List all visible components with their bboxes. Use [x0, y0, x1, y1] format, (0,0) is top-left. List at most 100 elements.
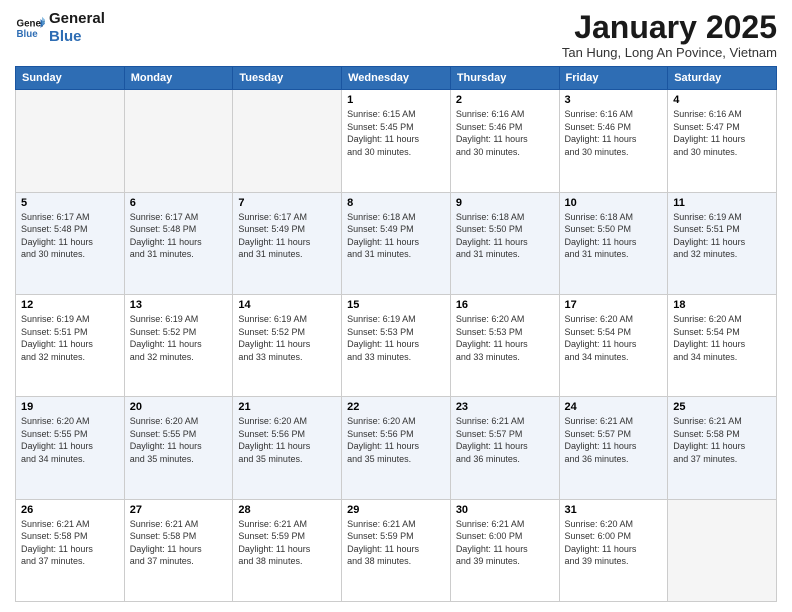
- day-info: Sunrise: 6:17 AMSunset: 5:48 PMDaylight:…: [130, 211, 228, 261]
- day-info: Sunrise: 6:18 AMSunset: 5:49 PMDaylight:…: [347, 211, 445, 261]
- day-number: 15: [347, 299, 445, 311]
- day-number: 5: [21, 197, 119, 209]
- day-info: Sunrise: 6:20 AMSunset: 5:54 PMDaylight:…: [565, 313, 663, 363]
- day-number: 26: [21, 504, 119, 516]
- logo-icon: General Blue: [15, 13, 45, 43]
- day-info: Sunrise: 6:19 AMSunset: 5:52 PMDaylight:…: [238, 313, 336, 363]
- calendar-day-cell: [124, 90, 233, 192]
- calendar-day-cell: 7Sunrise: 6:17 AMSunset: 5:49 PMDaylight…: [233, 192, 342, 294]
- day-info: Sunrise: 6:16 AMSunset: 5:47 PMDaylight:…: [673, 108, 771, 158]
- day-number: 8: [347, 197, 445, 209]
- calendar-day-cell: 22 Sunrise: 6:20 AMSunset: 5:56 PMDayligh…: [342, 397, 451, 499]
- day-info: Sunrise: 6:16 AMSunset: 5:46 PMDaylight:…: [565, 108, 663, 158]
- calendar-day-cell: 4 Sunrise: 6:16 AMSunset: 5:47 PMDaylight…: [668, 90, 777, 192]
- day-number: 29: [347, 504, 445, 516]
- calendar-day-cell: 16Sunrise: 6:20 AMSunset: 5:53 PMDayligh…: [450, 294, 559, 396]
- calendar-day-cell: 20Sunrise: 6:20 AMSunset: 5:55 PMDayligh…: [124, 397, 233, 499]
- day-number: 30: [456, 504, 554, 516]
- day-info: Sunrise: 6:21 AMSunset: 5:59 PMDaylight:…: [347, 518, 445, 568]
- svg-text:Blue: Blue: [17, 29, 39, 40]
- calendar-day-cell: 25 Sunrise: 6:21 AMSunset: 5:58 PMDayligh…: [668, 397, 777, 499]
- day-number: 19: [21, 401, 119, 413]
- day-info: Sunrise: 6:21 AMSunset: 5:58 PMDaylight:…: [130, 518, 228, 568]
- calendar-day-cell: 19 Sunrise: 6:20 AMSunset: 5:55 PMDayligh…: [16, 397, 125, 499]
- weekday-header: Sunday: [16, 67, 125, 90]
- calendar-day-cell: 2 Sunrise: 6:16 AMSunset: 5:46 PMDaylight…: [450, 90, 559, 192]
- day-info: Sunrise: 6:21 AMSunset: 5:59 PMDaylight:…: [238, 518, 336, 568]
- calendar-day-cell: 12 Sunrise: 6:19 AMSunset: 5:51 PMDayligh…: [16, 294, 125, 396]
- calendar-day-cell: 24 Sunrise: 6:21 AMSunset: 5:57 PMDayligh…: [559, 397, 668, 499]
- subtitle: Tan Hung, Long An Povince, Vietnam: [562, 45, 777, 60]
- day-number: 2: [456, 94, 554, 106]
- weekday-header: Friday: [559, 67, 668, 90]
- day-number: 27: [130, 504, 228, 516]
- calendar-week-row: 19 Sunrise: 6:20 AMSunset: 5:55 PMDayligh…: [16, 397, 777, 499]
- day-number: 16: [456, 299, 554, 311]
- weekday-header: Thursday: [450, 67, 559, 90]
- day-number: 24: [565, 401, 663, 413]
- day-info: Sunrise: 6:21 AMSunset: 5:57 PMDaylight:…: [565, 415, 663, 465]
- weekday-header: Wednesday: [342, 67, 451, 90]
- weekday-header: Saturday: [668, 67, 777, 90]
- day-number: 22: [347, 401, 445, 413]
- day-info: Sunrise: 6:19 AMSunset: 5:51 PMDaylight:…: [673, 211, 771, 261]
- day-info: Sunrise: 6:20 AMSunset: 5:56 PMDaylight:…: [347, 415, 445, 465]
- day-number: 28: [238, 504, 336, 516]
- weekday-header: Tuesday: [233, 67, 342, 90]
- calendar-header-row: SundayMondayTuesdayWednesdayThursdayFrid…: [16, 67, 777, 90]
- day-number: 9: [456, 197, 554, 209]
- calendar-day-cell: 9Sunrise: 6:18 AMSunset: 5:50 PMDaylight…: [450, 192, 559, 294]
- day-number: 25: [673, 401, 771, 413]
- calendar-day-cell: 23Sunrise: 6:21 AMSunset: 5:57 PMDayligh…: [450, 397, 559, 499]
- day-number: 17: [565, 299, 663, 311]
- calendar-day-cell: 18Sunrise: 6:20 AMSunset: 5:54 PMDayligh…: [668, 294, 777, 396]
- calendar-day-cell: 5 Sunrise: 6:17 AMSunset: 5:48 PMDaylight…: [16, 192, 125, 294]
- calendar-week-row: 5 Sunrise: 6:17 AMSunset: 5:48 PMDaylight…: [16, 192, 777, 294]
- day-info: Sunrise: 6:21 AMSunset: 5:58 PMDaylight:…: [21, 518, 119, 568]
- day-info: Sunrise: 6:19 AMSunset: 5:53 PMDaylight:…: [347, 313, 445, 363]
- day-number: 7: [238, 197, 336, 209]
- calendar-week-row: 12 Sunrise: 6:19 AMSunset: 5:51 PMDayligh…: [16, 294, 777, 396]
- day-info: Sunrise: 6:19 AMSunset: 5:52 PMDaylight:…: [130, 313, 228, 363]
- day-number: 11: [673, 197, 771, 209]
- calendar-day-cell: 13Sunrise: 6:19 AMSunset: 5:52 PMDayligh…: [124, 294, 233, 396]
- calendar-week-row: 26 Sunrise: 6:21 AMSunset: 5:58 PMDayligh…: [16, 499, 777, 601]
- day-info: Sunrise: 6:19 AMSunset: 5:51 PMDaylight:…: [21, 313, 119, 363]
- calendar-day-cell: 10 Sunrise: 6:18 AMSunset: 5:50 PMDayligh…: [559, 192, 668, 294]
- calendar-day-cell: [668, 499, 777, 601]
- month-title: January 2025: [562, 10, 777, 45]
- calendar-day-cell: 14Sunrise: 6:19 AMSunset: 5:52 PMDayligh…: [233, 294, 342, 396]
- day-number: 10: [565, 197, 663, 209]
- calendar-day-cell: 6 Sunrise: 6:17 AMSunset: 5:48 PMDaylight…: [124, 192, 233, 294]
- calendar-day-cell: [16, 90, 125, 192]
- day-info: Sunrise: 6:20 AMSunset: 6:00 PMDaylight:…: [565, 518, 663, 568]
- day-number: 3: [565, 94, 663, 106]
- day-info: Sunrise: 6:20 AMSunset: 5:56 PMDaylight:…: [238, 415, 336, 465]
- day-info: Sunrise: 6:16 AMSunset: 5:46 PMDaylight:…: [456, 108, 554, 158]
- calendar-day-cell: 8 Sunrise: 6:18 AMSunset: 5:49 PMDaylight…: [342, 192, 451, 294]
- calendar-day-cell: 17 Sunrise: 6:20 AMSunset: 5:54 PMDayligh…: [559, 294, 668, 396]
- logo-general: General: [49, 10, 105, 28]
- day-info: Sunrise: 6:21 AMSunset: 5:58 PMDaylight:…: [673, 415, 771, 465]
- day-info: Sunrise: 6:17 AMSunset: 5:48 PMDaylight:…: [21, 211, 119, 261]
- day-info: Sunrise: 6:20 AMSunset: 5:55 PMDaylight:…: [21, 415, 119, 465]
- day-info: Sunrise: 6:18 AMSunset: 5:50 PMDaylight:…: [565, 211, 663, 261]
- calendar-day-cell: [233, 90, 342, 192]
- calendar-day-cell: 3 Sunrise: 6:16 AMSunset: 5:46 PMDaylight…: [559, 90, 668, 192]
- calendar-day-cell: 28 Sunrise: 6:21 AMSunset: 5:59 PMDayligh…: [233, 499, 342, 601]
- title-block: January 2025 Tan Hung, Long An Povince, …: [562, 10, 777, 60]
- day-number: 20: [130, 401, 228, 413]
- calendar-day-cell: 11 Sunrise: 6:19 AMSunset: 5:51 PMDayligh…: [668, 192, 777, 294]
- day-number: 18: [673, 299, 771, 311]
- day-number: 1: [347, 94, 445, 106]
- day-number: 4: [673, 94, 771, 106]
- day-number: 6: [130, 197, 228, 209]
- calendar-day-cell: 31Sunrise: 6:20 AMSunset: 6:00 PMDayligh…: [559, 499, 668, 601]
- calendar-day-cell: 15 Sunrise: 6:19 AMSunset: 5:53 PMDayligh…: [342, 294, 451, 396]
- calendar-table: SundayMondayTuesdayWednesdayThursdayFrid…: [15, 66, 777, 602]
- calendar-day-cell: 27 Sunrise: 6:21 AMSunset: 5:58 PMDayligh…: [124, 499, 233, 601]
- logo-blue: Blue: [49, 28, 105, 46]
- day-number: 12: [21, 299, 119, 311]
- calendar-day-cell: 30Sunrise: 6:21 AMSunset: 6:00 PMDayligh…: [450, 499, 559, 601]
- day-number: 23: [456, 401, 554, 413]
